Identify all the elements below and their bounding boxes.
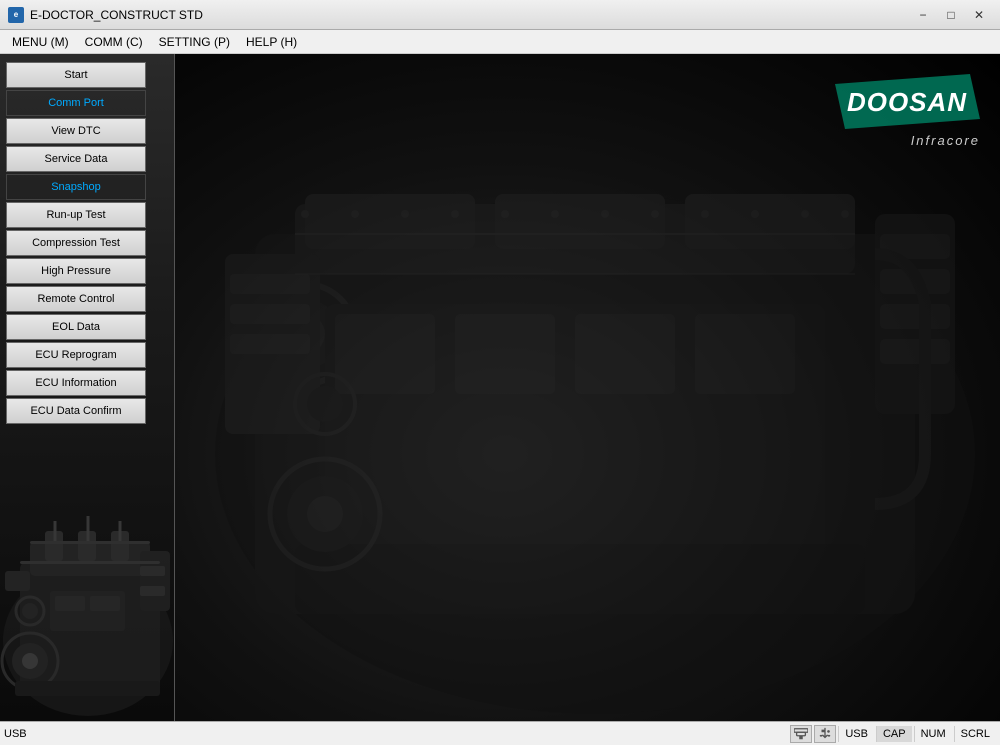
app-icon: e <box>8 7 24 23</box>
sidebar: Start Comm Port View DTC Service Data Sn… <box>0 54 175 721</box>
title-bar: e E-DOCTOR_CONSTRUCT STD − □ ✕ <box>0 0 1000 30</box>
status-right: USB CAP NUM SCRL <box>790 725 996 743</box>
sidebar-btn-high-pressure[interactable]: High Pressure <box>6 258 146 284</box>
svg-text:DOOSAN: DOOSAN <box>847 87 967 117</box>
infracore-text: Infracore <box>911 133 980 148</box>
sidebar-btn-ecu-data-confirm[interactable]: ECU Data Confirm <box>6 398 146 424</box>
logo-area: DOOSAN Infracore <box>835 74 980 148</box>
title-bar-left: e E-DOCTOR_CONSTRUCT STD <box>8 7 203 23</box>
sidebar-btn-snapshop[interactable]: Snapshop <box>6 174 146 200</box>
status-cap-label: CAP <box>876 726 912 742</box>
menu-item-help[interactable]: HELP (H) <box>238 32 305 52</box>
sidebar-btn-ecu-reprogram[interactable]: ECU Reprogram <box>6 342 146 368</box>
sidebar-btn-run-up-test[interactable]: Run-up Test <box>6 202 146 228</box>
sidebar-btn-ecu-information[interactable]: ECU Information <box>6 370 146 396</box>
app-title: E-DOCTOR_CONSTRUCT STD <box>30 8 203 22</box>
sidebar-btn-view-dtc[interactable]: View DTC <box>6 118 146 144</box>
status-bar: USB USB CAP NUM SCRL <box>0 721 1000 745</box>
network-icon <box>790 725 812 743</box>
status-num-label: NUM <box>914 726 952 742</box>
close-button[interactable]: ✕ <box>966 5 992 25</box>
usb-status-icon <box>814 725 836 743</box>
engine-image <box>175 54 1000 721</box>
status-usb-text: USB <box>4 728 27 740</box>
minimize-button[interactable]: − <box>910 5 936 25</box>
sidebar-btn-start[interactable]: Start <box>6 62 146 88</box>
content-area: DOOSAN Infracore <box>175 54 1000 721</box>
status-scrl-label: SCRL <box>954 726 996 742</box>
sidebar-btn-comm-port[interactable]: Comm Port <box>6 90 146 116</box>
doosan-logo-container: DOOSAN <box>835 74 980 129</box>
sidebar-btn-service-data[interactable]: Service Data <box>6 146 146 172</box>
window-controls: − □ ✕ <box>910 5 992 25</box>
menu-item-comm[interactable]: COMM (C) <box>77 32 151 52</box>
sidebar-btn-remote-control[interactable]: Remote Control <box>6 286 146 312</box>
menu-item-setting[interactable]: SETTING (P) <box>151 32 238 52</box>
sidebar-btn-eol-data[interactable]: EOL Data <box>6 314 146 340</box>
maximize-button[interactable]: □ <box>938 5 964 25</box>
menu-bar: MENU (M) COMM (C) SETTING (P) HELP (H) <box>0 30 1000 54</box>
main-container: Start Comm Port View DTC Service Data Sn… <box>0 54 1000 721</box>
status-usb-label: USB <box>838 726 874 742</box>
menu-item-menu[interactable]: MENU (M) <box>4 32 77 52</box>
sidebar-btn-compression-test[interactable]: Compression Test <box>6 230 146 256</box>
status-left: USB <box>4 728 27 740</box>
